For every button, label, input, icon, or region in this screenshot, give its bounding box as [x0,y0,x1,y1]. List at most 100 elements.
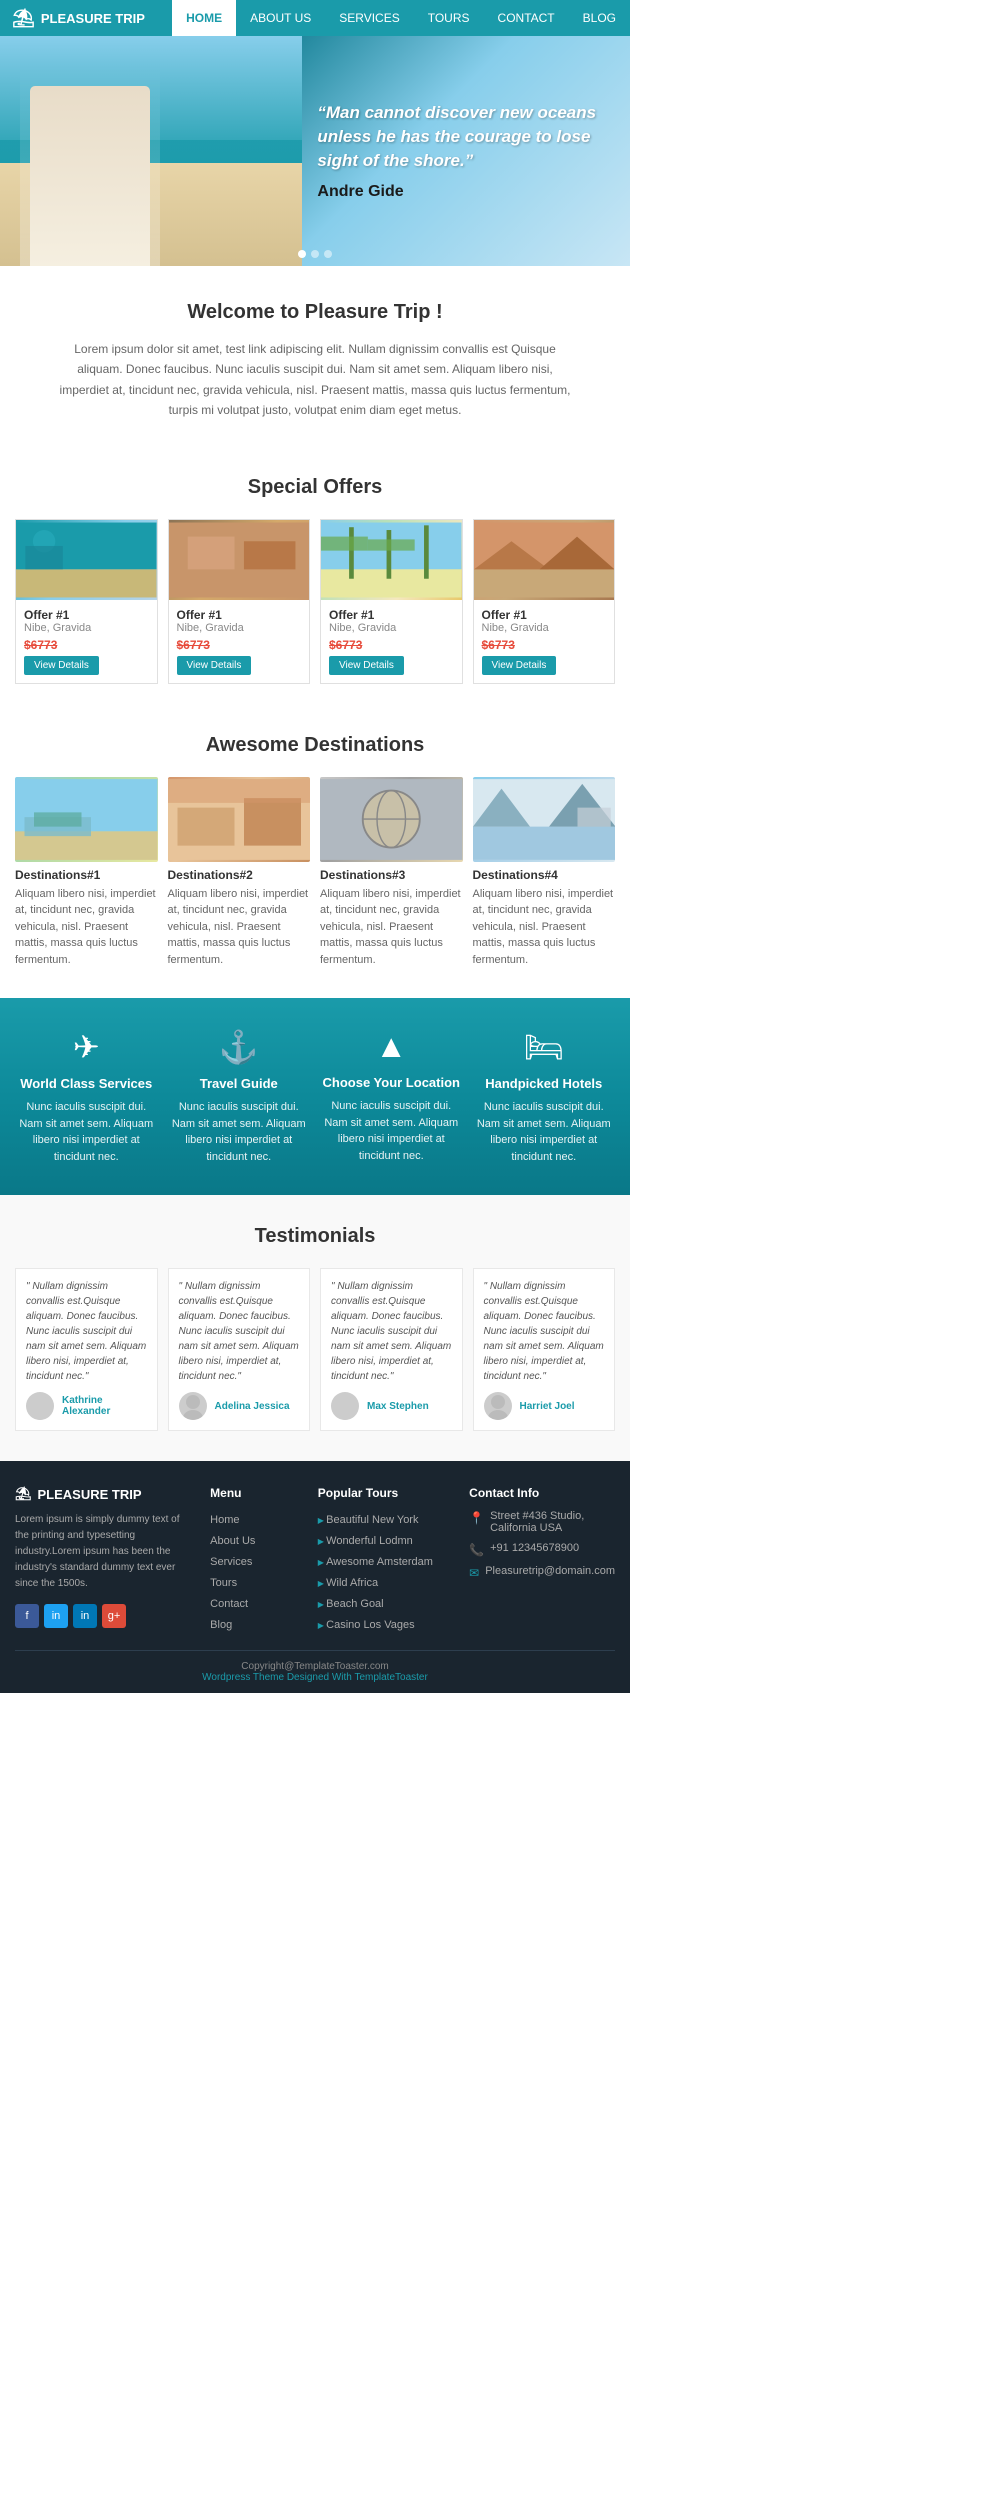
service-1: ✈ World Class Services Nunc iaculis susc… [15,1028,158,1165]
offer-img-1 [16,520,157,600]
services-grid: ✈ World Class Services Nunc iaculis susc… [15,1028,615,1165]
footer-grid: ⛱ PLEASURE TRIP Lorem ipsum is simply du… [15,1486,615,1635]
welcome-section: Welcome to Pleasure Trip ! Lorem ipsum d… [0,266,630,456]
dest-img-2 [168,777,311,862]
dest-name-1: Destinations#1 [15,868,158,882]
footer-menu-about[interactable]: About Us [210,1531,298,1552]
anchor-icon: ⚓ [168,1028,311,1066]
nav-contact[interactable]: CONTACT [484,0,569,36]
destinations-grid: Destinations#1 Aliquam libero nisi, impe… [15,777,615,969]
offer-title-1: Offer #1 [24,608,149,622]
twitter-btn[interactable]: in [44,1604,68,1628]
copyright-text: Copyright@TemplateToaster.com Wordpress … [15,1661,615,1683]
testimonial-avatar-4 [484,1392,512,1420]
offer-price-2: $6773 [177,638,302,652]
testimonials-grid: " Nullam dignissim convallis est.Quisque… [15,1268,615,1431]
contact-address-text: Street #436 Studio, California USA [490,1510,615,1534]
offer-location-4: Nibe, Gravida [482,622,607,634]
testimonial-avatar-3 [331,1392,359,1420]
dot-1[interactable] [298,250,306,258]
navbar: ⛱ PLEASURE TRIP HOME ABOUT US SERVICES T… [0,0,630,36]
footer-logo-icon: ⛱ [15,1486,32,1502]
nav-blog[interactable]: BLOG [569,0,630,36]
dest-card-1: Destinations#1 Aliquam libero nisi, impe… [15,777,158,969]
dot-2[interactable] [311,250,319,258]
copyright: Copyright@TemplateToaster.com [241,1661,388,1672]
hero-image [0,36,302,266]
service-title-1: World Class Services [15,1076,158,1091]
googleplus-btn[interactable]: g+ [102,1604,126,1628]
destinations-section: Awesome Destinations Destinations#1 Aliq… [0,714,630,999]
dest-img-1 [15,777,158,862]
service-title-3: Choose Your Location [320,1075,463,1090]
nav-home[interactable]: HOME [172,0,236,36]
contact-phone: 📞 +91 12345678900 [469,1542,615,1557]
hero-author: Andre Gide [317,183,615,201]
dest-name-2: Destinations#2 [168,868,311,882]
offer-card-4: Offer #1 Nibe, Gravida $6773 View Detail… [473,519,616,684]
footer-menu-services[interactable]: Services [210,1552,298,1573]
nav-about[interactable]: ABOUT US [236,0,325,36]
offer-details-btn-2[interactable]: View Details [177,656,252,675]
testimonial-4: " Nullam dignissim convallis est.Quisque… [473,1268,616,1431]
testimonial-1: " Nullam dignissim convallis est.Quisque… [15,1268,158,1431]
offer-title-4: Offer #1 [482,608,607,622]
offer-price-4: $6773 [482,638,607,652]
offer-card-3: Offer #1 Nibe, Gravida $6773 View Detail… [320,519,463,684]
nav-tours[interactable]: TOURS [414,0,484,36]
testimonial-name-4: Harriet Joel [520,1401,575,1412]
contact-email-text: Pleasuretrip@domain.com [485,1565,615,1577]
offers-grid: Offer #1 Nibe, Gravida $6773 View Detail… [15,519,615,684]
couple-silhouette [30,86,150,266]
hero-quote-area: “Man cannot discover new oceans unless h… [302,36,630,266]
offer-location-3: Nibe, Gravida [329,622,454,634]
dot-3[interactable] [324,250,332,258]
footer-tour-4[interactable]: Wild Africa [318,1573,449,1594]
dest-name-3: Destinations#3 [320,868,463,882]
linkedin-btn[interactable]: in [73,1604,97,1628]
footer-menu-contact[interactable]: Contact [210,1594,298,1615]
testimonial-name-2: Adelina Jessica [215,1401,290,1412]
bed-icon: 🛏 [473,1028,616,1066]
footer-tour-6[interactable]: Casino Los Vages [318,1615,449,1636]
footer-tour-2[interactable]: Wonderful Lodmn [318,1531,449,1552]
footer-menu-home[interactable]: Home [210,1510,298,1531]
special-offers-section: Special Offers Offer #1 Nibe, Gravida $6… [0,456,630,714]
footer-tour-3[interactable]: Awesome Amsterdam [318,1552,449,1573]
testimonials-section: Testimonials " Nullam dignissim convalli… [0,1195,630,1461]
footer-tours-title: Popular Tours [318,1486,449,1500]
service-title-2: Travel Guide [168,1076,311,1091]
address-icon: 📍 [469,1511,484,1525]
offer-title-3: Offer #1 [329,608,454,622]
footer-about: ⛱ PLEASURE TRIP Lorem ipsum is simply du… [15,1486,190,1635]
offer-details-btn-4[interactable]: View Details [482,656,557,675]
nav-links: HOME ABOUT US SERVICES TOURS CONTACT BLO… [172,0,630,36]
footer-social: f in in g+ [15,1604,190,1628]
wordpress-link[interactable]: Wordpress Theme Designed With TemplateTo… [202,1672,428,1683]
service-text-3: Nunc iaculis suscipit dui. Nam sit amet … [320,1098,463,1164]
testimonial-avatar-2 [179,1392,207,1420]
couple-image [20,66,160,266]
offer-details-btn-1[interactable]: View Details [24,656,99,675]
logo-icon: ⛱ [12,8,35,29]
footer-tour-1[interactable]: Beautiful New York [318,1510,449,1531]
service-2: ⚓ Travel Guide Nunc iaculis suscipit dui… [168,1028,311,1165]
nav-services[interactable]: SERVICES [325,0,413,36]
destinations-title: Awesome Destinations [15,734,615,757]
offer-details-btn-3[interactable]: View Details [329,656,404,675]
footer-logo: ⛱ PLEASURE TRIP [15,1486,190,1502]
service-text-4: Nunc iaculis suscipit dui. Nam sit amet … [473,1099,616,1165]
location-icon: ▲ [320,1028,463,1065]
facebook-btn[interactable]: f [15,1604,39,1628]
testimonials-title: Testimonials [15,1225,615,1248]
dest-text-3: Aliquam libero nisi, imperdiet at, tinci… [320,886,463,969]
footer-tour-5[interactable]: Beach Goal [318,1594,449,1615]
footer-menu-tours[interactable]: Tours [210,1573,298,1594]
nav-logo: ⛱ PLEASURE TRIP [0,8,157,29]
testimonial-3: " Nullam dignissim convallis est.Quisque… [320,1268,463,1431]
offer-card-2: Offer #1 Nibe, Gravida $6773 View Detail… [168,519,311,684]
footer-menu: Menu Home About Us Services Tours Contac… [210,1486,298,1635]
testimonial-name-1: Kathrine Alexander [62,1395,147,1417]
footer-menu-blog[interactable]: Blog [210,1615,298,1636]
hero-section: “Man cannot discover new oceans unless h… [0,36,630,266]
